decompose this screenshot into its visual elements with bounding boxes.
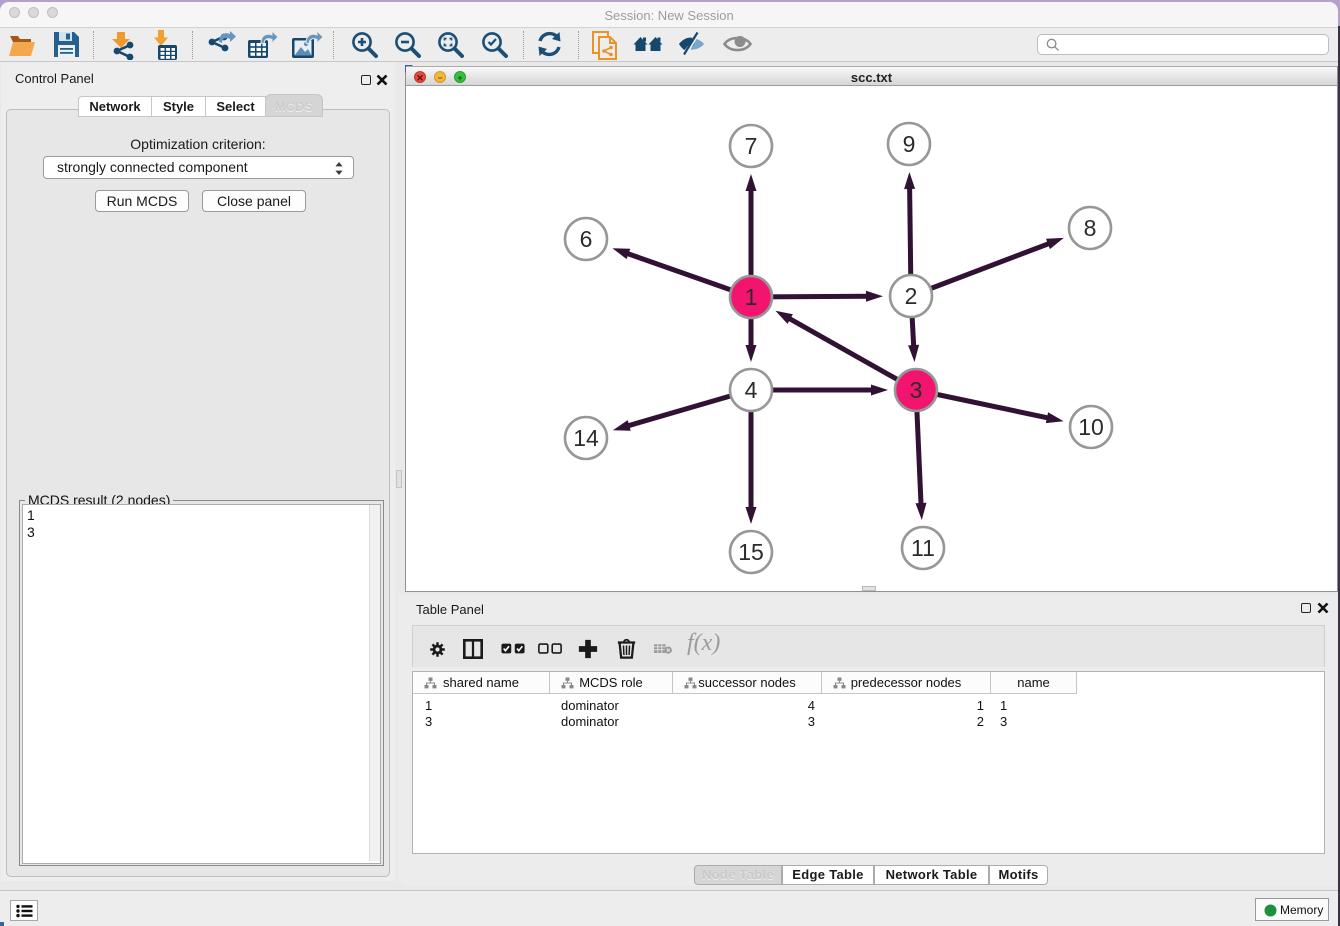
svg-text:3: 3 [910, 377, 923, 403]
svg-text:8: 8 [1084, 215, 1097, 241]
svg-text:14: 14 [573, 425, 599, 451]
svg-text:1: 1 [745, 284, 758, 310]
svg-text:9: 9 [903, 131, 916, 157]
svg-text:11: 11 [911, 535, 935, 561]
svg-text:10: 10 [1078, 414, 1104, 440]
svg-text:4: 4 [745, 377, 758, 403]
svg-text:7: 7 [745, 133, 758, 159]
svg-text:15: 15 [738, 539, 764, 565]
svg-text:2: 2 [905, 283, 918, 309]
svg-text:6: 6 [580, 226, 593, 252]
